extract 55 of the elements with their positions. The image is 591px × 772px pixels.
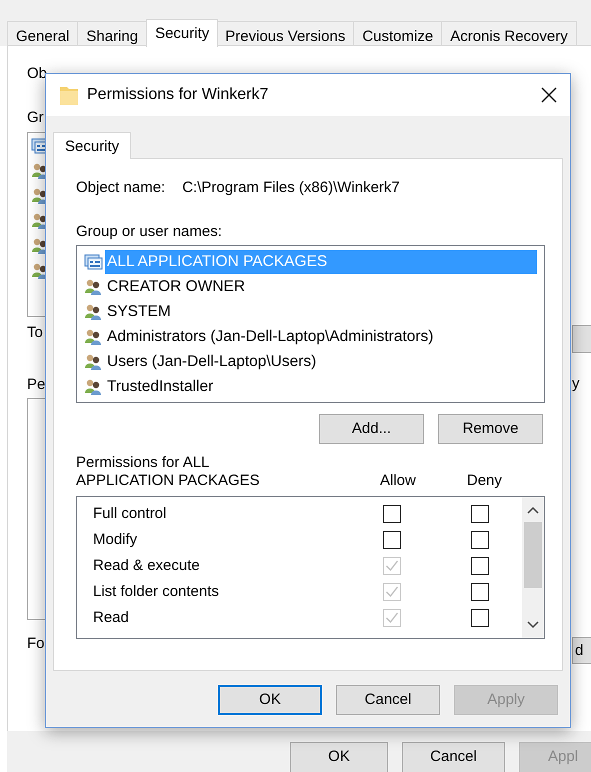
folder-icon	[59, 84, 79, 106]
section-label: Group or user names:	[76, 223, 222, 241]
label-fragment: y	[572, 374, 580, 394]
button[interactable]: Cancel	[336, 685, 440, 715]
list-item[interactable]: SYSTEM	[105, 300, 171, 324]
checkbox[interactable]	[471, 531, 489, 549]
scrollbar[interactable]	[522, 497, 544, 638]
package-icon	[84, 252, 104, 270]
button[interactable]: Cancel	[402, 742, 505, 772]
object-path: C:\Program Files (x86)\Winkerk7	[182, 179, 400, 197]
checkbox[interactable]	[471, 583, 489, 601]
tab[interactable]: Sharing	[78, 21, 148, 47]
section-label: Permissions for ALL APPLICATION PACKAGES	[76, 454, 261, 490]
label-fragment: Fo	[27, 634, 45, 654]
checkbox[interactable]	[471, 557, 489, 575]
tab[interactable]: Customize	[354, 21, 442, 47]
users-icon	[84, 352, 104, 370]
column-header: Allow	[380, 472, 416, 490]
scroll-down-icon	[527, 621, 539, 629]
button[interactable]: Remove	[438, 414, 543, 444]
label-fragment: To	[27, 323, 43, 343]
checkbox[interactable]	[471, 609, 489, 627]
tab[interactable]: General	[7, 21, 78, 47]
label-fragment: Gr	[27, 108, 44, 128]
permission-name: Modify	[93, 530, 138, 550]
checkbox[interactable]	[383, 505, 401, 523]
permission-name: Read	[93, 608, 130, 628]
list-item[interactable]: Administrators (Jan-Dell-Laptop\Administrators)	[105, 324, 434, 348]
button[interactable]: OK	[218, 685, 322, 715]
permission-name: Read & execute	[93, 556, 201, 576]
tab[interactable]: Security	[146, 19, 218, 47]
button[interactable]: Add...	[319, 414, 424, 444]
button-fragment[interactable]: d	[572, 637, 591, 664]
users-icon	[84, 328, 104, 346]
users-icon	[84, 378, 104, 396]
tab[interactable]: Previous Versions	[217, 21, 354, 47]
permission-name: Full control	[93, 504, 168, 524]
window-title: Permissions for Winkerk7	[87, 85, 268, 105]
list-item[interactable]: CREATOR OWNER	[105, 274, 246, 298]
button[interactable]: OK	[290, 742, 388, 772]
label-fragment: Pe	[27, 375, 46, 395]
permission-name: List folder contents	[93, 582, 220, 602]
tab[interactable]: Security	[53, 132, 132, 159]
users-icon	[84, 278, 104, 296]
list-item[interactable]: TrustedInstaller	[105, 374, 214, 398]
scroll-up-icon	[527, 506, 539, 514]
column-header: Deny	[466, 472, 502, 490]
list-item[interactable]: Users (Jan-Dell-Laptop\Users)	[105, 350, 316, 374]
field-label: Object name:	[76, 179, 166, 197]
close-icon[interactable]	[541, 87, 557, 103]
checkbox[interactable]	[471, 505, 489, 523]
users-icon	[84, 302, 104, 320]
checkbox[interactable]	[383, 531, 401, 549]
tab[interactable]: Acronis Recovery	[442, 21, 577, 47]
scroll-thumb[interactable]	[524, 522, 542, 588]
